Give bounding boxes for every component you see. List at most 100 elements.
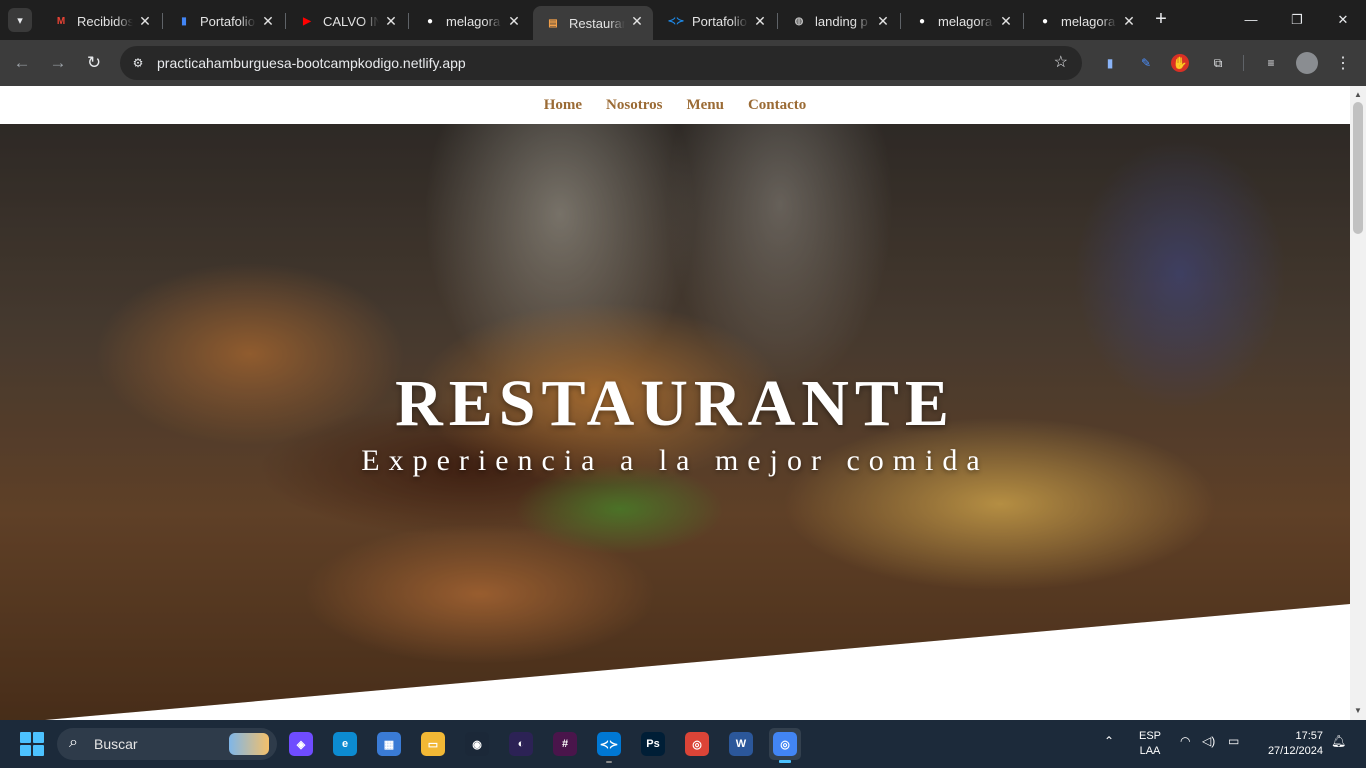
windows-taskbar: ⌕ Buscar ◈ e ▦ ▭ ◉ ◐ # ≺≻ Ps ◎ W ◎ ⌃ ESP LAA ◠ ◁) ▭… (0, 720, 1366, 768)
docs-extension-icon[interactable]: ▮ (1099, 52, 1121, 74)
tab-separator (900, 13, 901, 29)
restaurant-icon: ▤ (548, 17, 558, 29)
nav-link-menu[interactable]: Menu (686, 97, 724, 114)
battery-icon[interactable]: ▭ (1228, 734, 1239, 748)
youtube-icon: ▶ (303, 15, 311, 27)
vscode-web-icon: ≺≻ (667, 15, 685, 27)
nav-link-nosotros[interactable]: Nosotros (606, 97, 662, 114)
keyboard-layout: LAA (1139, 745, 1161, 757)
edge-icon[interactable]: e (329, 728, 361, 760)
nav-link-contacto[interactable]: Contacto (748, 97, 806, 114)
bookmark-star-icon[interactable]: ☆ (1054, 52, 1068, 72)
pen-extension-icon[interactable]: ✎ (1135, 52, 1157, 74)
store-icon[interactable]: ▦ (373, 728, 405, 760)
url-text[interactable]: practicahamburguesa-bootcampkodigo.netli… (157, 55, 466, 71)
adblock-extension-icon[interactable]: ✋ (1171, 54, 1189, 72)
notifications-bell-icon[interactable]: 🔔︎ (1331, 734, 1346, 748)
tab-close-icon[interactable]: ✕ (752, 13, 768, 29)
browser-tab[interactable]: ● melagora ✕ (902, 6, 1022, 36)
new-tab-button[interactable]: + (1150, 8, 1172, 30)
github-icon: ● (918, 15, 926, 27)
language-code: ESP (1138, 730, 1161, 742)
back-button[interactable]: ← (10, 51, 34, 75)
tab-close-icon[interactable]: ✕ (260, 13, 276, 29)
vscode-icon[interactable]: ≺≻ (593, 728, 625, 763)
media-control-icon[interactable]: ≡ (1260, 52, 1282, 74)
browser-tab[interactable]: ● melagora ✕ (410, 6, 530, 36)
tab-close-icon[interactable]: ✕ (998, 13, 1014, 29)
tab-close-icon[interactable]: ✕ (383, 13, 399, 29)
clock-time: 17:57 (1295, 730, 1323, 742)
tab-title: Restauran (569, 15, 625, 31)
tab-close-icon[interactable]: ✕ (629, 13, 645, 29)
docs-icon: ▮ (181, 15, 187, 27)
scroll-up-arrow-icon[interactable]: ▲ (1350, 88, 1366, 102)
tab-search-chevron-icon[interactable]: ▾ (8, 8, 32, 32)
tab-title: melagora (446, 13, 501, 29)
hero-title: RESTAURANTE (395, 367, 955, 440)
browser-tab[interactable]: ◍ landing p ✕ (779, 6, 899, 36)
page-scrollbar[interactable]: ▲ ▼ (1350, 86, 1366, 720)
close-window-button[interactable]: ✕ (1320, 6, 1366, 34)
wifi-icon[interactable]: ◠ (1180, 734, 1190, 748)
hero-section: RESTAURANTE Experiencia a la mejor comid… (0, 124, 1350, 720)
tab-title: landing p (815, 13, 868, 29)
tab-close-icon[interactable]: ✕ (875, 13, 891, 29)
scrollbar-thumb[interactable] (1353, 102, 1363, 234)
github-icon: ● (426, 15, 434, 27)
chrome-icon[interactable]: ◎ (681, 728, 713, 760)
tab-close-icon[interactable]: ✕ (137, 13, 153, 29)
file-explorer-icon[interactable]: ▭ (417, 728, 449, 760)
browser-tab[interactable]: ▶ CALVO IN ✕ (287, 6, 407, 36)
reload-button[interactable]: ↻ (82, 51, 106, 75)
tab-close-icon[interactable]: ✕ (506, 13, 522, 29)
search-icon: ⌕ (69, 734, 78, 751)
steam-icon[interactable]: ◉ (461, 728, 493, 760)
eclipse-icon[interactable]: ◐ (505, 728, 537, 760)
hero-subtitle: Experiencia a la mejor comida (361, 444, 989, 477)
browser-tab[interactable]: ≺≻ Portafolio ✕ (656, 6, 776, 36)
browser-tab[interactable]: M Recibidos ✕ (41, 6, 161, 36)
profile-avatar[interactable] (1296, 52, 1318, 74)
tab-title: melagora (938, 13, 993, 29)
menu-kebab-icon[interactable]: ⋮ (1332, 52, 1354, 74)
site-nav: Home Nosotros Menu Contacto (0, 86, 1350, 124)
nav-link-home[interactable]: Home (544, 97, 582, 114)
copilot-icon[interactable]: ◈ (285, 728, 317, 760)
browser-toolbar: ← → ↻ ⚙ practicahamburguesa-bootcampkodi… (0, 40, 1366, 86)
tab-title: CALVO IN (323, 13, 379, 29)
windows-start-icon[interactable] (20, 732, 44, 756)
tab-separator (777, 13, 778, 29)
address-bar[interactable]: ⚙ practicahamburguesa-bootcampkodigo.net… (120, 46, 1082, 80)
volume-icon[interactable]: ◁) (1202, 734, 1215, 748)
globe-icon: ◍ (794, 15, 804, 27)
taskbar-search-label: Buscar (94, 736, 138, 752)
tab-separator (408, 13, 409, 29)
tab-separator (1023, 13, 1024, 29)
browser-tab[interactable]: ▤ Restauran ✕ (533, 6, 653, 40)
search-highlight-image (229, 733, 269, 755)
slack-icon[interactable]: # (549, 728, 581, 760)
minimize-button[interactable]: — (1228, 6, 1274, 34)
tab-close-icon[interactable]: ✕ (1121, 13, 1137, 29)
tray-overflow-chevron-icon[interactable]: ⌃ (1104, 734, 1114, 748)
browser-tab[interactable]: ● melagora ✕ (1025, 6, 1145, 36)
taskbar-search[interactable]: ⌕ Buscar (57, 728, 277, 760)
tab-title: Portafolio (692, 13, 747, 29)
word-icon[interactable]: W (725, 728, 757, 760)
language-indicator[interactable]: ESP LAA (1138, 729, 1162, 759)
photoshop-icon[interactable]: Ps (637, 728, 669, 760)
scroll-down-arrow-icon[interactable]: ▼ (1350, 704, 1366, 718)
tab-separator (162, 13, 163, 29)
tab-title: melagora (1061, 13, 1116, 29)
browser-tab[interactable]: ▮ Portafolio ✕ (164, 6, 284, 36)
extensions-puzzle-icon[interactable]: ⧉ (1207, 52, 1229, 74)
restore-button[interactable]: ❐ (1274, 6, 1320, 34)
tab-title: Recibidos (77, 13, 133, 29)
clock[interactable]: 17:57 27/12/2024 (1255, 729, 1323, 759)
chrome-profile-icon[interactable]: ◎ (769, 728, 801, 763)
forward-button[interactable]: → (46, 51, 70, 75)
tab-strip: ▾ M Recibidos ✕ ▮ Portafolio ✕ ▶ CALVO IN ✕ ● mela… (0, 0, 1366, 40)
site-info-icon[interactable]: ⚙ (128, 53, 148, 73)
gmail-icon: M (56, 15, 66, 27)
